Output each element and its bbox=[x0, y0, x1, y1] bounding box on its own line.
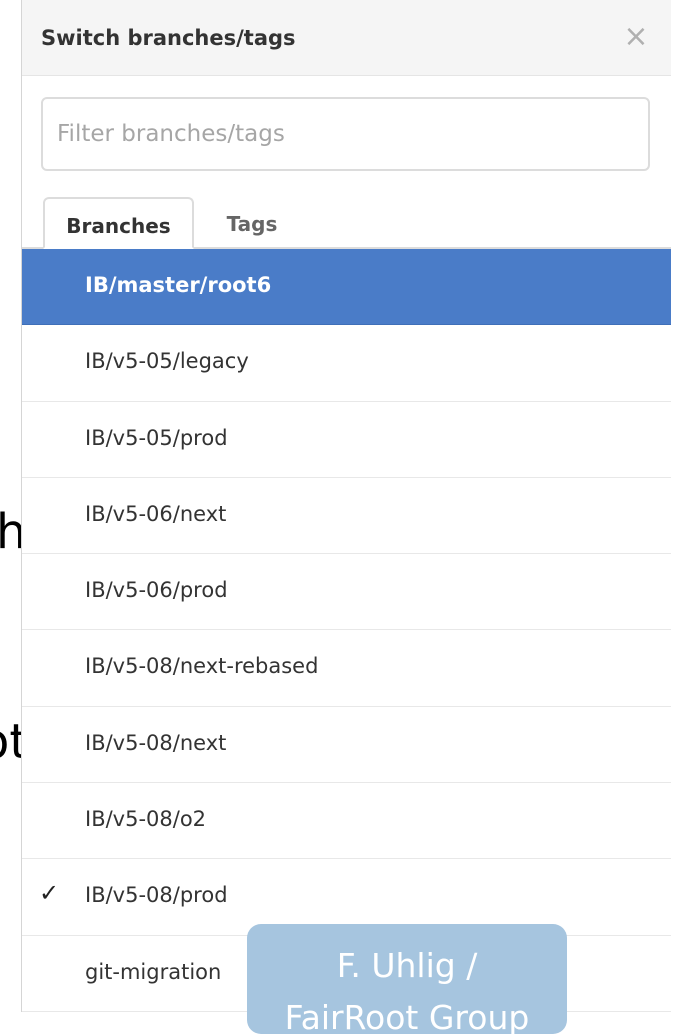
branch-label: IB/v5-06/next bbox=[85, 501, 227, 526]
filter-branches-input[interactable] bbox=[41, 97, 650, 171]
popup-header: Switch branches/tags × bbox=[22, 0, 671, 76]
author-badge: F. Uhlig / FairRoot Group bbox=[247, 924, 567, 1034]
branch-label: IB/v5-08/next bbox=[85, 730, 227, 755]
branch-item[interactable]: IB/v5-05/prod bbox=[22, 402, 671, 478]
branch-item[interactable]: IB/v5-08/o2 bbox=[22, 783, 671, 860]
author-line-1: F. Uhlig / bbox=[336, 946, 478, 985]
branch-item[interactable]: IB/v5-06/next bbox=[22, 478, 671, 555]
branch-label: IB/master/root6 bbox=[85, 273, 272, 297]
branch-item[interactable]: IB/v5-08/next-rebased bbox=[22, 630, 671, 707]
branch-item[interactable]: IB/v5-05/legacy bbox=[22, 325, 671, 402]
branch-tag-tabs: Branches Tags bbox=[22, 172, 671, 249]
branch-label: IB/v5-08/next-rebased bbox=[85, 654, 319, 679]
tab-tags[interactable]: Tags bbox=[207, 197, 297, 249]
branch-item[interactable]: IB/master/root6 bbox=[22, 249, 671, 326]
branch-item[interactable]: IB/v5-06/prod bbox=[22, 554, 671, 631]
branch-label: git-migration bbox=[85, 959, 222, 984]
author-line-2: FairRoot Group bbox=[284, 998, 530, 1034]
branch-item[interactable]: IB/v5-08/next bbox=[22, 707, 671, 784]
close-icon[interactable]: × bbox=[621, 22, 651, 52]
check-icon: ✓ bbox=[39, 879, 60, 908]
branch-label: IB/v5-08/prod bbox=[85, 883, 228, 908]
branch-label: IB/v5-06/prod bbox=[85, 578, 228, 603]
branch-switcher-popup: Switch branches/tags × Branches Tags IB/… bbox=[21, 0, 671, 1012]
branch-list: IB/master/root6 IB/v5-05/legacy IB/v5-05… bbox=[22, 249, 671, 1012]
branch-label: IB/v5-08/o2 bbox=[85, 807, 207, 832]
popup-title: Switch branches/tags bbox=[41, 26, 296, 50]
branch-label: IB/v5-05/prod bbox=[85, 425, 228, 450]
tab-branches[interactable]: Branches bbox=[43, 197, 194, 249]
branch-label: IB/v5-05/legacy bbox=[85, 349, 249, 374]
filter-area bbox=[22, 76, 671, 172]
